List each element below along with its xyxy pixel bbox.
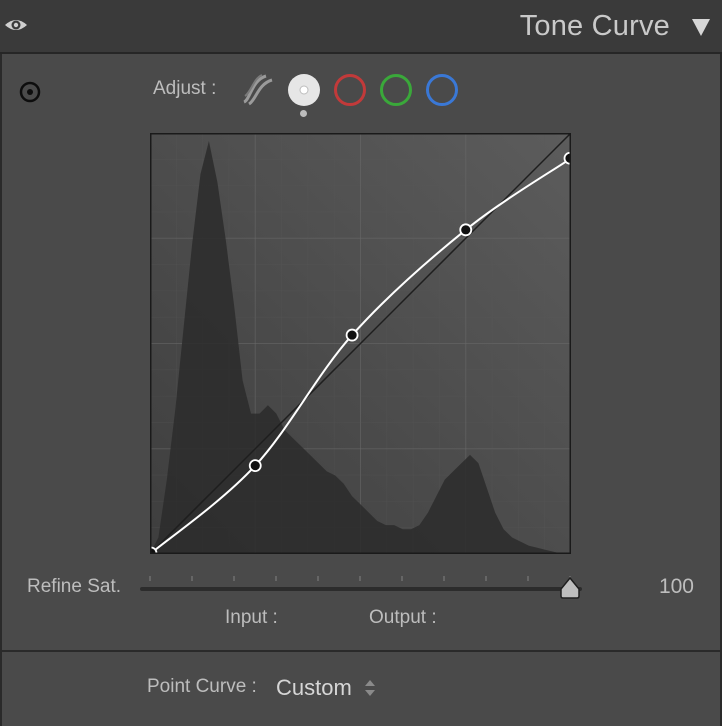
curve-control-point-4[interactable]	[459, 223, 473, 237]
point-curve-rgb-icon[interactable]	[286, 72, 322, 108]
refine-saturation-slider[interactable]	[138, 570, 588, 606]
green-channel-icon[interactable]	[378, 72, 414, 108]
output-readout-label: Output :	[369, 607, 437, 628]
refine-saturation-value: 100	[658, 575, 694, 598]
slider-thumb[interactable]	[560, 576, 580, 599]
panel-left-border	[0, 54, 2, 726]
selected-channel-indicator	[300, 110, 307, 117]
triangle-down-icon[interactable]	[690, 16, 712, 38]
refine-saturation-label: Refine Sat.	[27, 576, 121, 597]
red-channel-icon[interactable]	[332, 72, 368, 108]
slider-ticks	[149, 576, 571, 581]
point-curve-value: Custom	[276, 675, 352, 700]
updown-chevron-icon	[364, 680, 375, 696]
targeted-adjustment-icon[interactable]	[18, 80, 42, 104]
input-readout-label: Input :	[225, 607, 278, 628]
tone-curve-panel: Tone Curve Adjust : Refine Sat. 100 Inpu…	[0, 0, 722, 726]
panel-title: Tone Curve	[519, 10, 670, 42]
tone-curve-graph[interactable]	[150, 133, 571, 554]
parametric-curve-icon[interactable]	[240, 72, 276, 108]
point-curve-select[interactable]: Custom	[276, 674, 376, 702]
curve-control-point-2[interactable]	[248, 459, 262, 472]
point-curve-label: Point Curve :	[147, 676, 257, 697]
section-divider	[0, 650, 722, 652]
slider-track	[140, 587, 582, 591]
curve-control-point-3[interactable]	[345, 328, 359, 342]
panel-header[interactable]: Tone Curve	[0, 0, 722, 54]
adjust-label: Adjust :	[153, 78, 217, 99]
eye-icon[interactable]	[3, 12, 29, 38]
blue-channel-icon[interactable]	[424, 72, 460, 108]
